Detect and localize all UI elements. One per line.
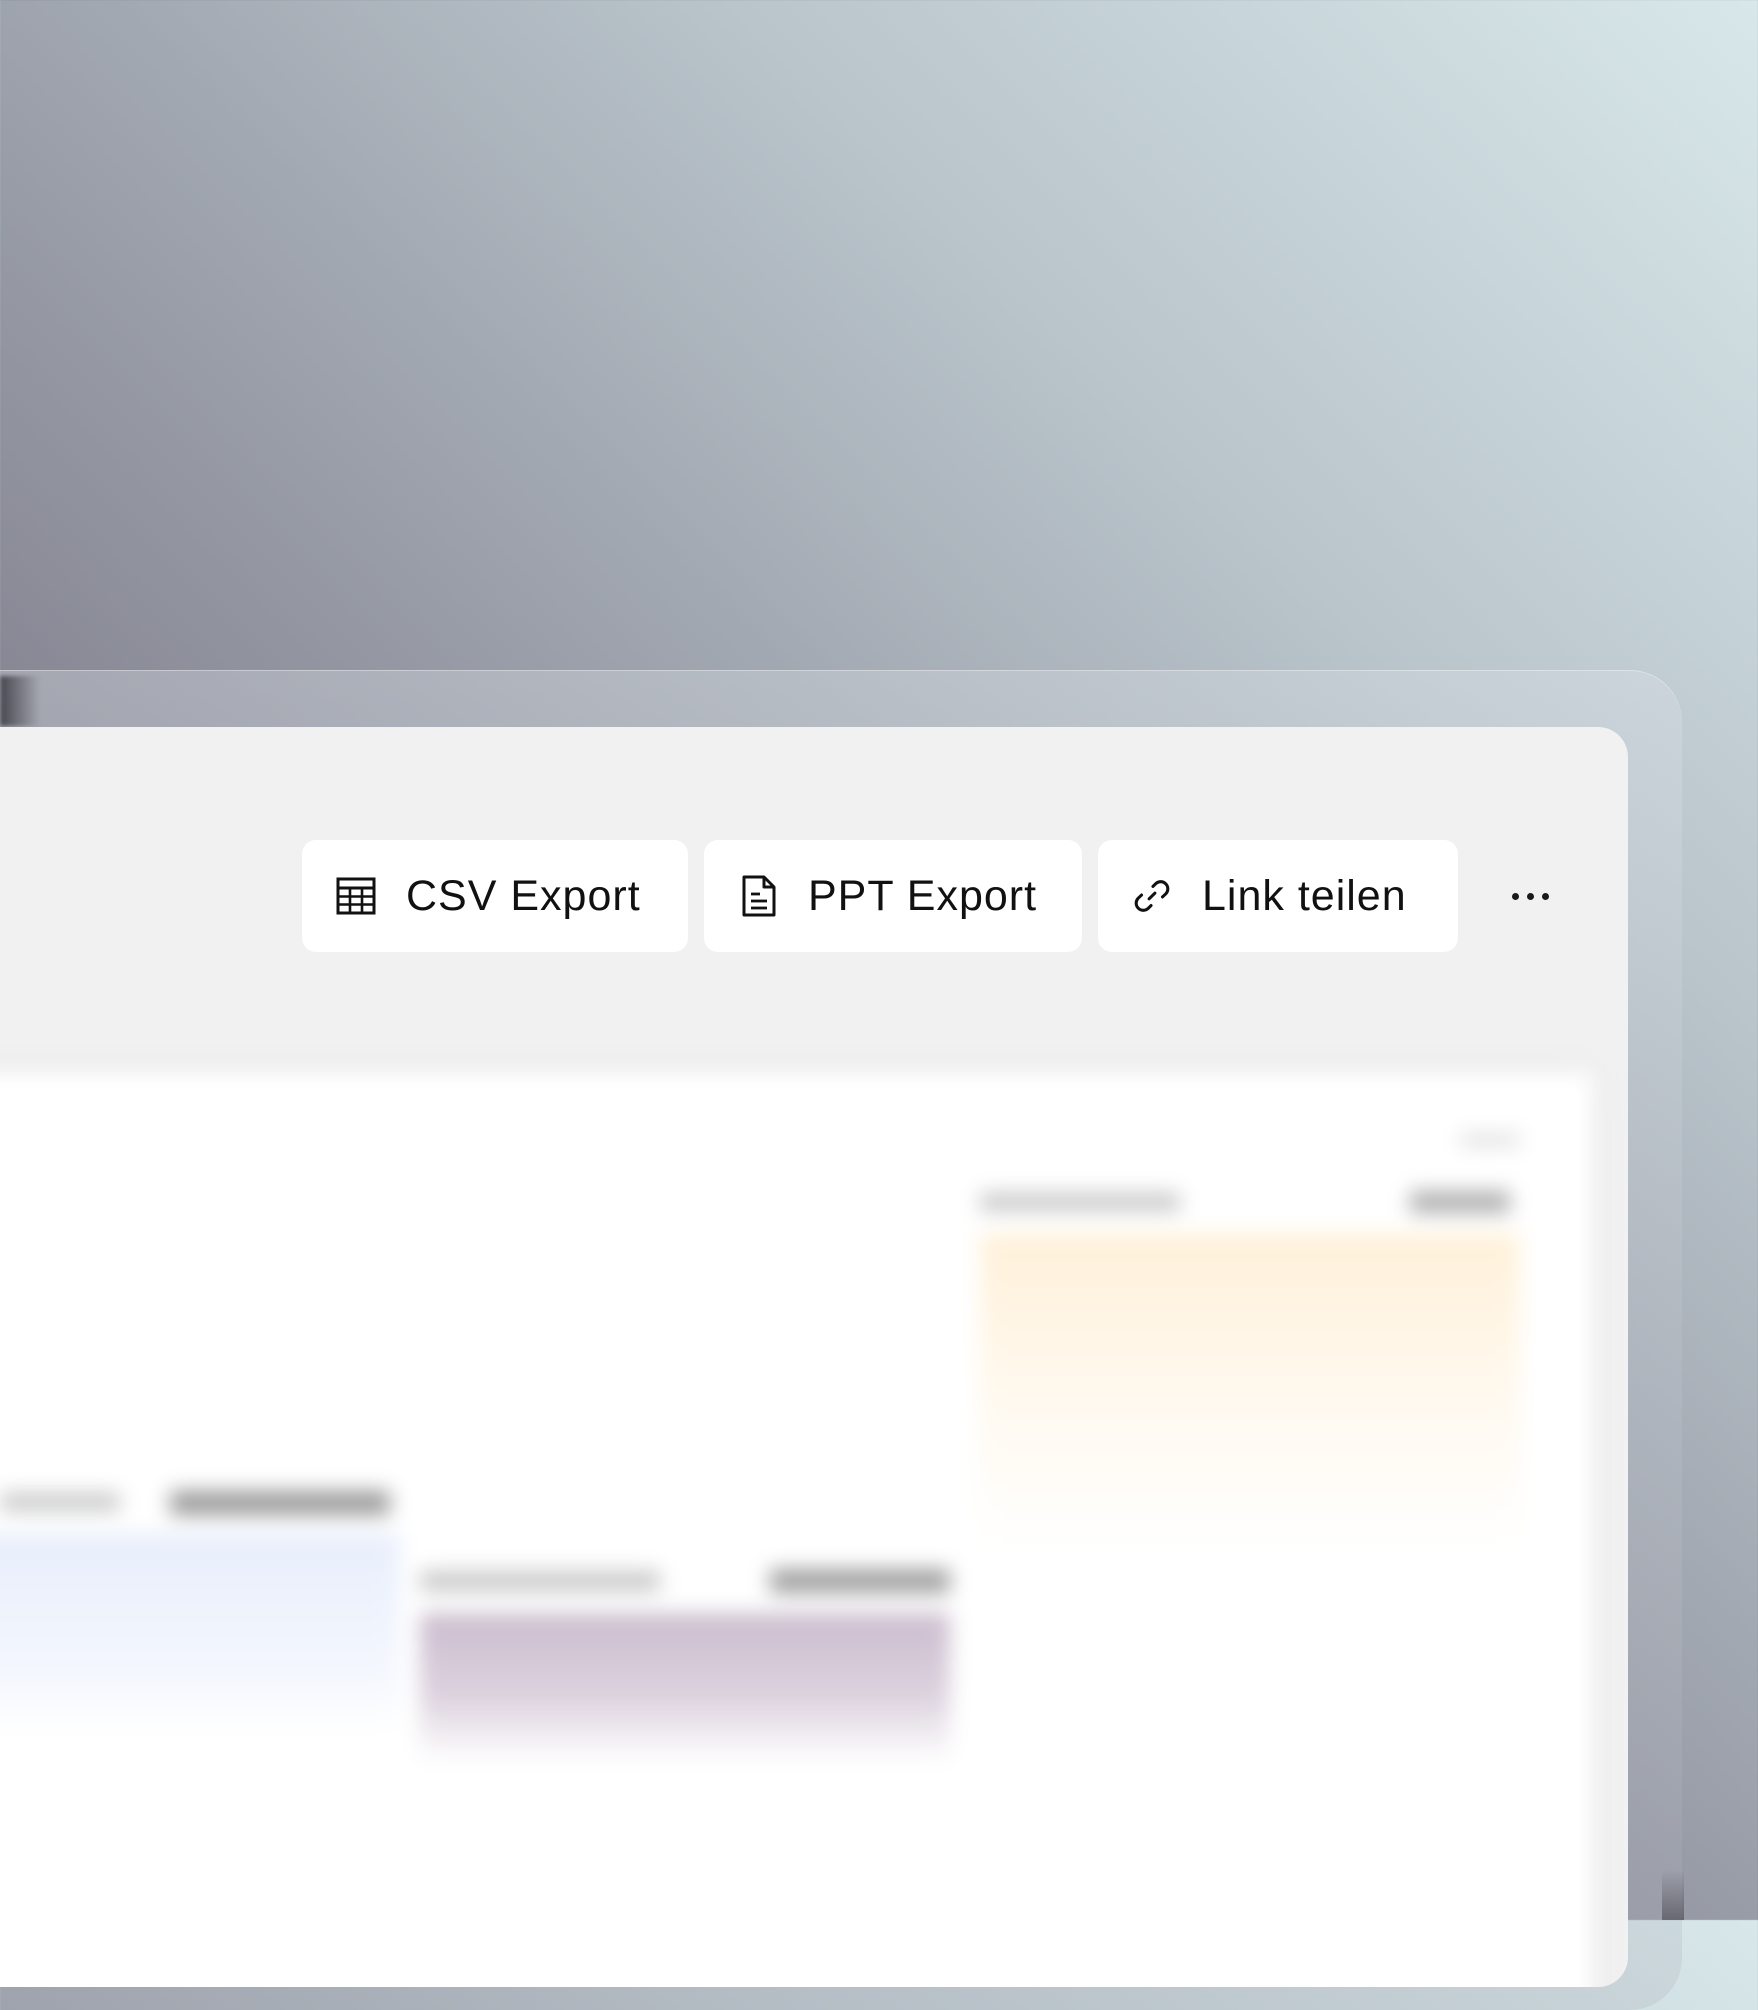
more-horizontal-icon-dot [1526,892,1534,900]
purple-chart-area [420,1613,950,1763]
share-link-label: Link teilen [1202,871,1407,920]
backdrop-shadow [0,676,40,726]
more-horizontal-icon [1511,892,1519,900]
frame-edge-shadow [1662,1870,1684,1920]
ppt-export-label: PPT Export [808,871,1038,920]
share-link-button[interactable]: Link teilen [1098,840,1458,952]
metric-label-placeholder [420,1571,660,1591]
link-icon [1132,876,1172,916]
metric-label-placeholder [0,1493,120,1511]
document-icon [738,875,778,917]
card-menu-placeholder [1460,1135,1520,1145]
dashboard-content-blurred [0,1073,1592,1987]
csv-export-button[interactable]: CSV Export [302,840,688,952]
csv-export-label: CSV Export [406,871,641,920]
blue-chart-area [0,1533,400,1733]
app-window: CSV Export PPT Export Link teilen [0,727,1628,1987]
metric-value-placeholder [1410,1191,1510,1213]
ppt-export-button[interactable]: PPT Export [704,840,1082,952]
more-options-button[interactable] [1490,840,1570,952]
metric-value-placeholder [770,1569,950,1593]
export-toolbar: CSV Export PPT Export Link teilen [0,840,1628,952]
table-icon [336,876,376,916]
more-horizontal-icon-dot [1541,892,1549,900]
metric-value-placeholder [170,1491,390,1515]
yellow-chart-area [980,1233,1520,1553]
metric-label-placeholder [980,1193,1180,1211]
